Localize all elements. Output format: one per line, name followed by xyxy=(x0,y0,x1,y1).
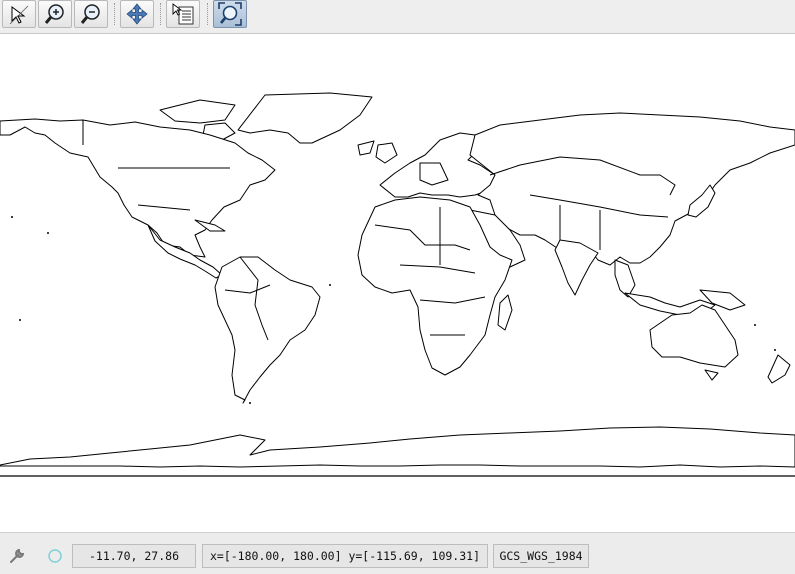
zoom-extent-button[interactable] xyxy=(213,0,247,28)
madagascar-outline xyxy=(497,294,513,331)
select-tool-button[interactable] xyxy=(2,0,36,28)
south-america-outline xyxy=(214,256,321,404)
zoom-in-button[interactable] xyxy=(38,0,72,28)
circle-icon[interactable] xyxy=(46,547,64,569)
zoom-in-icon xyxy=(44,4,64,24)
cursor-coordinates: -11.70, 27.86 xyxy=(72,544,196,568)
zoom-out-icon xyxy=(80,4,100,24)
toolbar-separator xyxy=(160,3,161,25)
zoom-out-button[interactable] xyxy=(74,0,108,28)
zoom-extent-icon xyxy=(218,2,242,26)
coordinate-system: GCS_WGS_1984 xyxy=(493,544,589,568)
arctic-islands-outline xyxy=(159,99,236,124)
world-map xyxy=(0,92,795,477)
new-zealand-outline xyxy=(767,354,791,384)
pan-button[interactable] xyxy=(120,0,154,28)
wrench-icon[interactable] xyxy=(8,547,26,569)
map-toolbar xyxy=(0,0,795,34)
info-list-icon xyxy=(172,3,194,25)
toolbar-separator xyxy=(207,3,208,25)
toolbar-separator xyxy=(114,3,115,25)
map-canvas[interactable] xyxy=(0,35,795,532)
arrow-pointer-icon xyxy=(9,5,29,25)
north-america-outline xyxy=(0,118,276,258)
australia-outline xyxy=(649,304,739,368)
pan-arrows-icon xyxy=(126,3,148,25)
info-button[interactable] xyxy=(166,0,200,28)
map-extent: x=[-180.00, 180.00] y=[-115.69, 109.31] xyxy=(202,544,488,568)
antarctica-outline xyxy=(0,426,795,468)
asia-outline xyxy=(469,112,795,266)
status-bar: -11.70, 27.86 x=[-180.00, 180.00] y=[-11… xyxy=(0,532,795,574)
greenland-outline xyxy=(237,92,373,144)
